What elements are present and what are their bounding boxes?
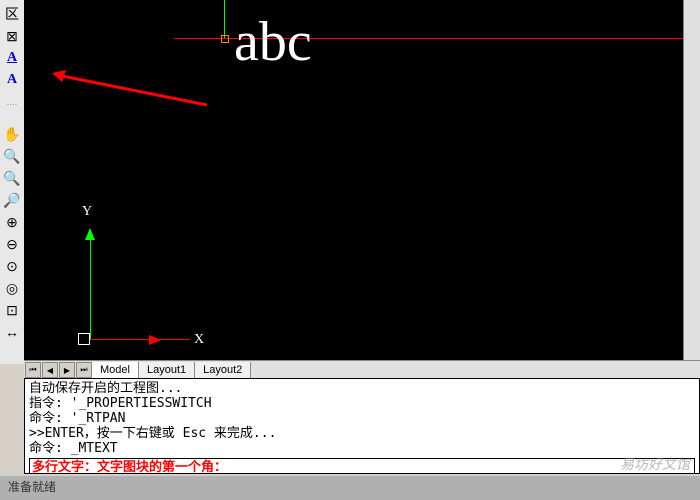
crosshair-vertical — [224, 0, 225, 38]
tab-nav-next-icon[interactable]: ▶ — [59, 362, 75, 378]
status-bar: 准备就绪 — [0, 476, 700, 500]
command-history-line: 命令: _MTEXT — [29, 441, 695, 456]
command-history-line: >>ENTER，按一下右键或 Esc 来完成... — [29, 426, 695, 441]
drawing-canvas[interactable]: abc Y X — [24, 0, 700, 360]
zoom-object-icon[interactable]: ◎ — [2, 278, 22, 298]
tab-nav-prev-icon[interactable]: ◀ — [42, 362, 58, 378]
text-tool-icon[interactable]: A — [2, 70, 22, 90]
zoom-previous-icon[interactable]: ↔ — [2, 322, 22, 342]
ucs-y-label: Y — [82, 204, 92, 220]
ucs-y-arrow-icon — [85, 228, 95, 240]
zoom-out-icon[interactable]: ⊖ — [2, 234, 22, 254]
pan-tool-icon[interactable]: ✋ — [2, 124, 22, 144]
command-history-line: 指令: '_PROPERTIESSWITCH — [29, 396, 695, 411]
zoom-window-icon[interactable]: 🔍 — [2, 168, 22, 188]
watermark-text: 易坊好文馆 — [620, 454, 690, 474]
tab-layout1[interactable]: Layout1 — [139, 362, 195, 378]
zoom-extents-icon[interactable]: ⊡ — [2, 300, 22, 320]
command-history-line: 自动保存开启的工程图... — [29, 381, 695, 396]
ucs-x-axis — [90, 339, 190, 340]
command-window[interactable]: 自动保存开启的工程图... 指令: '_PROPERTIESSWITCH 命令:… — [24, 378, 700, 474]
tab-nav-last-icon[interactable]: ⏭ — [76, 362, 92, 378]
tool-region-icon[interactable]: 区 — [2, 4, 22, 24]
zoom-dynamic-icon[interactable]: 🔎 — [2, 190, 22, 210]
annotation-arrow-icon — [52, 70, 212, 110]
text-entity[interactable]: abc — [234, 10, 312, 74]
mtext-tool-icon[interactable]: A — [2, 48, 22, 68]
vertical-scrollbar[interactable] — [683, 0, 700, 360]
tab-layout2[interactable]: Layout2 — [195, 362, 251, 378]
ucs-origin-icon — [78, 333, 90, 345]
cursor-pickbox — [221, 35, 229, 43]
tab-model[interactable]: Model — [92, 362, 139, 378]
ucs-x-label: X — [194, 332, 204, 348]
ucs-x-arrow-icon — [149, 335, 161, 345]
tool-divider-icon: ‥‥ — [2, 92, 22, 112]
zoom-center-icon[interactable]: ⊙ — [2, 256, 22, 276]
zoom-realtime-icon[interactable]: 🔍 — [2, 146, 22, 166]
command-history-line: 命令: '_RTPAN — [29, 411, 695, 426]
tab-nav-first-icon[interactable]: ⏮ — [25, 362, 41, 378]
tool-hatch-icon[interactable]: ⊠ — [2, 26, 22, 46]
ucs-y-axis — [90, 240, 91, 340]
command-input[interactable]: 多行文字：文字图块的第一个角： — [29, 458, 695, 474]
zoom-in-icon[interactable]: ⊕ — [2, 212, 22, 232]
